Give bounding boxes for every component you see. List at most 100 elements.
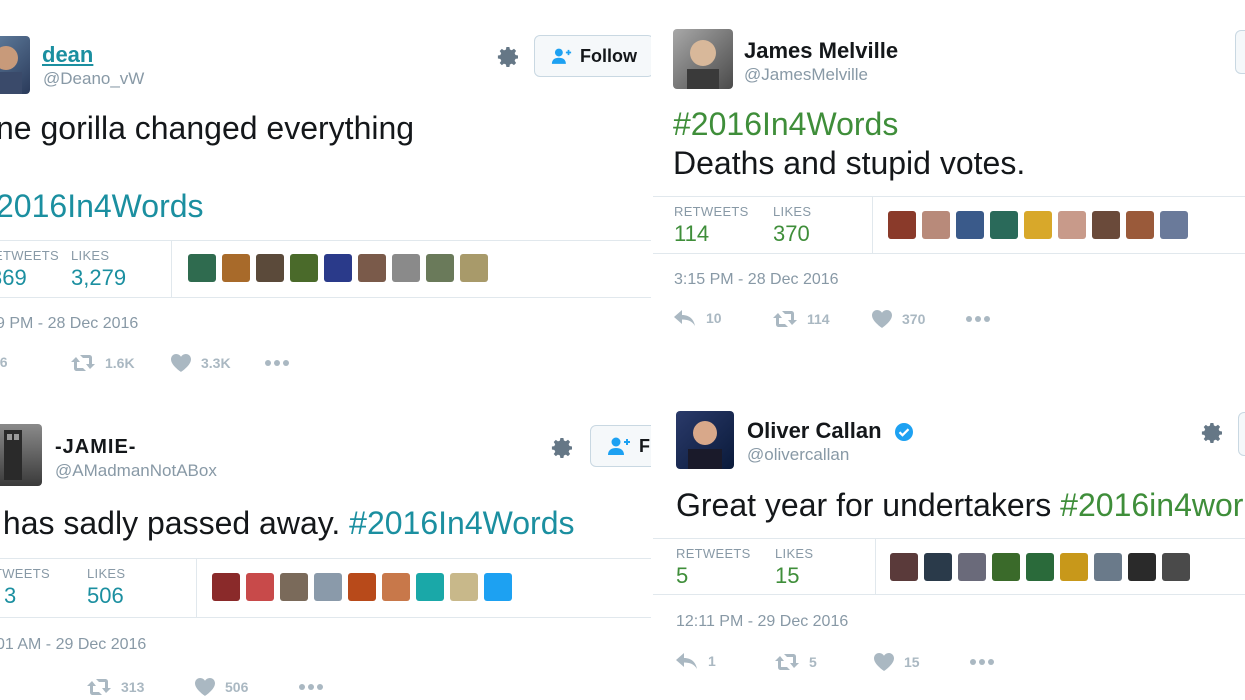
gear-icon[interactable] — [496, 45, 520, 74]
liker-avatar[interactable] — [256, 254, 284, 282]
likes-count[interactable]: 506 — [87, 583, 124, 609]
more-icon[interactable] — [264, 354, 290, 372]
retweets-count[interactable]: 369 — [0, 265, 27, 291]
retweets-count[interactable]: 114 — [674, 221, 709, 247]
like-action[interactable]: 3.3K — [171, 354, 231, 372]
divider — [0, 240, 652, 241]
tweet-card-dean: dean @Deano_vW Follow ne gorilla changed… — [0, 0, 652, 392]
tweet-text: .has sadly passed away. #2016In4Words — [0, 505, 575, 542]
retweet-action[interactable]: 1.6K — [71, 354, 135, 372]
reply-action[interactable]: 16 — [0, 354, 8, 370]
retweet-action[interactable]: 313 — [87, 678, 144, 696]
liker-avatar[interactable] — [1026, 553, 1054, 581]
liker-avatar[interactable] — [958, 553, 986, 581]
more-icon[interactable] — [969, 653, 995, 671]
user-name[interactable]: Oliver Callan — [747, 418, 914, 444]
user-name[interactable]: dean — [42, 42, 93, 68]
follow-button[interactable]: Follow — [534, 35, 652, 77]
liker-avatar[interactable] — [888, 211, 916, 239]
tweet-timestamp[interactable]: 9 PM - 28 Dec 2016 — [0, 315, 138, 333]
likes-count[interactable]: 3,279 — [71, 265, 126, 291]
liker-avatar[interactable] — [956, 211, 984, 239]
liker-avatar[interactable] — [188, 254, 216, 282]
like-action[interactable]: 370 — [872, 310, 925, 328]
retweets-count[interactable]: 5 — [676, 563, 688, 589]
liker-avatar[interactable] — [246, 573, 274, 601]
tweet-hashtag[interactable]: #2016In4Words — [673, 106, 898, 143]
avatar[interactable] — [0, 36, 30, 94]
liker-avatar[interactable] — [484, 573, 512, 601]
user-handle[interactable]: @Deano_vW — [43, 69, 144, 89]
user-name[interactable]: -JAMIE- — [55, 436, 136, 459]
liker-avatar[interactable] — [348, 573, 376, 601]
liker-avatar[interactable] — [314, 573, 342, 601]
retweet-count: 313 — [121, 679, 145, 695]
reply-action[interactable]: 10 — [674, 310, 722, 326]
retweet-action[interactable]: 114 — [773, 310, 830, 328]
retweet-icon — [87, 679, 111, 695]
liker-avatar[interactable] — [1162, 553, 1190, 581]
liker-avatar[interactable] — [924, 553, 952, 581]
liker-avatar[interactable] — [992, 553, 1020, 581]
liker-avatar[interactable] — [450, 573, 478, 601]
liker-avatar[interactable] — [392, 254, 420, 282]
retweets-count[interactable]: 3 — [4, 583, 16, 609]
liker-avatar[interactable] — [416, 573, 444, 601]
liker-avatar[interactable] — [990, 211, 1018, 239]
tweet-card-jamie: -JAMIE- @AMadmanNotABox F .has sadly pas… — [0, 392, 652, 700]
likes-count[interactable]: 370 — [773, 221, 810, 247]
liker-avatar[interactable] — [1024, 211, 1052, 239]
liker-avatar[interactable] — [1126, 211, 1154, 239]
avatar[interactable] — [673, 29, 733, 89]
liker-avatar[interactable] — [426, 254, 454, 282]
gear-icon[interactable] — [1200, 421, 1224, 450]
liker-avatar[interactable] — [460, 254, 488, 282]
user-handle[interactable]: @AMadmanNotABox — [55, 461, 217, 481]
tweet-timestamp[interactable]: 01 AM - 29 Dec 2016 — [0, 636, 146, 654]
liker-avatar[interactable] — [222, 254, 250, 282]
follow-button[interactable] — [1235, 30, 1245, 74]
tweet-timestamp[interactable]: 3:15 PM - 28 Dec 2016 — [674, 271, 839, 289]
more-icon[interactable] — [965, 310, 991, 328]
liker-avatar[interactable] — [1094, 553, 1122, 581]
liker-avatar[interactable] — [890, 553, 918, 581]
like-action[interactable]: 15 — [874, 653, 920, 671]
like-action[interactable]: 506 — [195, 678, 248, 696]
liker-avatar[interactable] — [358, 254, 386, 282]
liker-avatar[interactable] — [922, 211, 950, 239]
likes-count[interactable]: 15 — [775, 563, 799, 589]
follow-button[interactable] — [1238, 412, 1245, 456]
liker-avatar[interactable] — [1060, 553, 1088, 581]
more-icon[interactable] — [298, 678, 324, 696]
liker-avatar[interactable] — [1128, 553, 1156, 581]
user-handle[interactable]: @olivercallan — [747, 445, 849, 465]
liker-avatar[interactable] — [1058, 211, 1086, 239]
likes-label: LIKES — [87, 566, 126, 581]
retweet-count: 5 — [809, 654, 817, 670]
gear-icon[interactable] — [550, 436, 574, 465]
user-name[interactable]: James Melville — [744, 38, 898, 64]
tweet-timestamp[interactable]: 12:11 PM - 29 Dec 2016 — [676, 613, 848, 631]
avatar[interactable] — [0, 424, 42, 486]
liker-avatar[interactable] — [382, 573, 410, 601]
liker-avatar[interactable] — [324, 254, 352, 282]
avatar[interactable] — [676, 411, 734, 469]
liker-avatar[interactable] — [212, 573, 240, 601]
follow-label: F — [639, 435, 650, 456]
follow-button[interactable]: F — [590, 425, 652, 467]
retweet-action[interactable]: 5 — [775, 653, 817, 671]
reply-action[interactable]: 1 — [676, 653, 716, 669]
user-handle[interactable]: @JamesMelville — [744, 65, 868, 85]
tweet-hashtag[interactable]: #2016in4wor — [1060, 487, 1243, 523]
liker-avatar[interactable] — [290, 254, 318, 282]
tweet-hashtag[interactable]: #2016In4Words — [349, 505, 574, 541]
add-user-icon — [608, 437, 630, 455]
tweet-hashtag[interactable]: 2016In4Words — [0, 188, 204, 225]
likes-label: LIKES — [71, 248, 110, 263]
liker-avatar[interactable] — [1092, 211, 1120, 239]
divider — [0, 297, 652, 298]
heart-icon — [195, 678, 215, 696]
divider — [872, 197, 873, 253]
liker-avatar[interactable] — [1160, 211, 1188, 239]
liker-avatar[interactable] — [280, 573, 308, 601]
